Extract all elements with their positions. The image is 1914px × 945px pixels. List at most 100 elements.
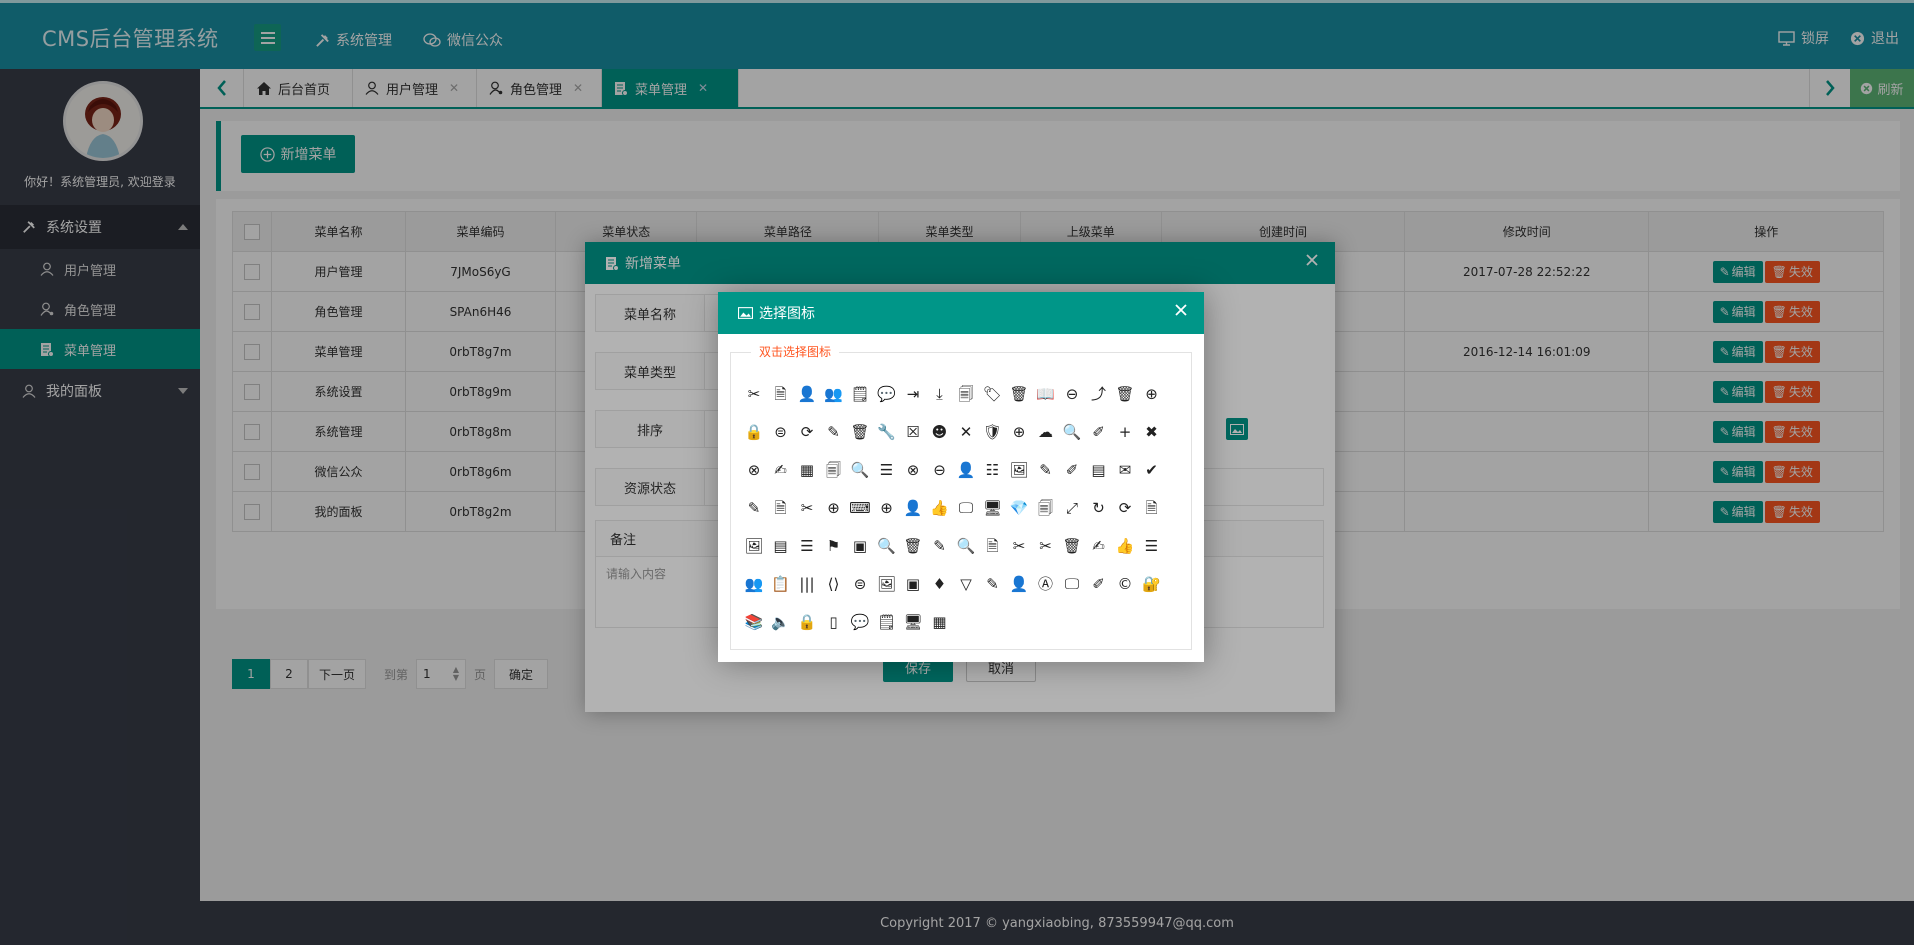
icon-option[interactable]: 🖼 [741,527,767,565]
icon-option[interactable]: ⊕ [1006,413,1032,451]
icon-option[interactable]: ▣ [900,565,926,603]
icon-option[interactable]: ✂ [794,489,820,527]
icon-option[interactable]: ⚑ [821,527,847,565]
icon-option[interactable]: 🔍 [953,527,979,565]
icon-option[interactable]: ✂ [741,375,767,413]
icon-option[interactable]: 💬 [847,603,873,641]
icon-option[interactable]: 🗒 [874,603,900,641]
icon-option[interactable]: 🔍 [847,451,873,489]
icon-option[interactable]: ↻ [1086,489,1112,527]
icon-option[interactable]: 🗒 [847,375,873,413]
icon-option[interactable]: ✐ [1086,413,1112,451]
icon-option[interactable]: ▯ [821,603,847,641]
icon-option[interactable]: ✎ [980,565,1006,603]
icon-option[interactable]: 👤 [953,451,979,489]
icon-option[interactable]: © [1112,565,1138,603]
icon-option[interactable]: ⊗ [900,451,926,489]
icon-option[interactable]: ⊖ [1059,375,1085,413]
icon-option[interactable]: 👤 [1006,565,1032,603]
icon-option[interactable]: ✉ [1112,451,1138,489]
icon-option[interactable]: 🗎 [1139,489,1165,527]
icon-option[interactable]: 🗐 [1033,489,1059,527]
icon-option[interactable]: 🛡 [980,413,1006,451]
icon-option[interactable]: ✔ [1139,451,1165,489]
icon-option[interactable]: ☒ [900,413,926,451]
icon-option[interactable]: 👥 [741,565,767,603]
icon-option[interactable]: ||| [794,565,820,603]
icon-option[interactable]: 🔍 [874,527,900,565]
icon-option[interactable]: ✖ [1139,413,1165,451]
icon-option[interactable]: ⊕ [874,489,900,527]
icon-option[interactable]: 🖼 [874,565,900,603]
icon-option[interactable]: ✎ [1033,451,1059,489]
icon-option[interactable]: 🔧 [874,413,900,451]
icon-option[interactable]: ▽ [953,565,979,603]
icon-option[interactable]: 🗎 [768,489,794,527]
icon-option[interactable]: 💬 [874,375,900,413]
icon-option[interactable]: 🖵 [953,489,979,527]
icon-option[interactable]: 🗑 [1112,375,1138,413]
icon-option[interactable]: ✎ [821,413,847,451]
icon-option[interactable]: ⊜ [768,413,794,451]
icon-option[interactable]: 🖥 [900,603,926,641]
icon-option[interactable]: ♦ [927,565,953,603]
icon-option[interactable]: 👍 [927,489,953,527]
icon-option[interactable]: + [1112,413,1138,451]
icon-option[interactable]: 🗐 [821,451,847,489]
icon-option[interactable]: ▤ [1086,451,1112,489]
icon-option[interactable]: ☰ [794,527,820,565]
icon-option[interactable]: ✐ [1059,451,1085,489]
icon-option[interactable]: ⊕ [821,489,847,527]
icon-option[interactable]: 💎 [1006,489,1032,527]
close-icon[interactable] [1174,303,1188,317]
icon-option[interactable]: ⟳ [794,413,820,451]
icon-option[interactable]: ⊜ [847,565,873,603]
icon-option[interactable]: 📖 [1033,375,1059,413]
icon-option[interactable]: ▤ [768,527,794,565]
icon-option[interactable]: 🗎 [980,527,1006,565]
icon-option[interactable]: ☰ [1139,527,1165,565]
icon-option[interactable]: ⇥ [900,375,926,413]
icon-option[interactable]: 🗑 [900,527,926,565]
icon-option[interactable]: 👍 [1112,527,1138,565]
icon-option[interactable]: ▦ [794,451,820,489]
icon-option[interactable]: ✂ [1006,527,1032,565]
icon-option[interactable]: 🔐 [1139,565,1165,603]
icon-option[interactable]: 📋 [768,565,794,603]
icon-option[interactable]: ☰ [874,451,900,489]
icon-option[interactable]: 👤 [794,375,820,413]
icon-option[interactable]: 🗑 [847,413,873,451]
icon-option[interactable]: ✕ [953,413,979,451]
icon-option[interactable]: 👥 [821,375,847,413]
icon-option[interactable]: ▣ [847,527,873,565]
icon-option[interactable]: 🖥 [980,489,1006,527]
icon-option[interactable]: ⊗ [741,451,767,489]
icon-option[interactable]: ☷ [980,451,1006,489]
icon-option[interactable]: ⤓ [927,375,953,413]
icon-option[interactable]: 🗎 [768,375,794,413]
icon-option[interactable]: 🗐 [953,375,979,413]
icon-option[interactable]: 🗑 [1006,375,1032,413]
icon-option[interactable]: 🔈 [768,603,794,641]
icon-option[interactable]: 🖼 [1006,451,1032,489]
icon-option[interactable]: 🏷 [980,375,1006,413]
icon-option[interactable]: ☻ [927,413,953,451]
icon-option[interactable]: ✎ [927,527,953,565]
icon-option[interactable]: ☁ [1033,413,1059,451]
icon-option[interactable]: ✍ [768,451,794,489]
icon-option[interactable]: 🖵 [1059,565,1085,603]
icon-option[interactable]: ⟨⟩ [821,565,847,603]
icon-option[interactable]: Ⓐ [1033,565,1059,603]
icon-option[interactable]: 📚 [741,603,767,641]
icon-option[interactable]: 👤 [900,489,926,527]
icon-option[interactable]: 🔒 [794,603,820,641]
icon-option[interactable]: ⊖ [927,451,953,489]
icon-option[interactable]: ⌨ [847,489,873,527]
icon-option[interactable]: ⤢ [1059,489,1085,527]
icon-option[interactable]: ✂ [1033,527,1059,565]
icon-option[interactable]: ✍ [1086,527,1112,565]
icon-option[interactable]: 🔒 [741,413,767,451]
icon-option[interactable]: 🔍 [1059,413,1085,451]
icon-option[interactable]: ⤴ [1086,375,1112,413]
icon-option[interactable]: ✎ [741,489,767,527]
